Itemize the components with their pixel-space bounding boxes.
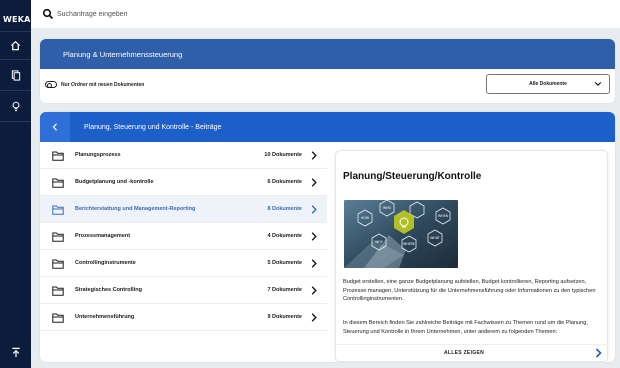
svg-text:WHEN: WHEN xyxy=(438,214,449,218)
folder-row[interactable]: Strategisches Controlling 7 Dokumente xyxy=(40,277,327,304)
search-input[interactable] xyxy=(57,6,357,22)
weka-logo: WEKA xyxy=(3,15,31,24)
folder-label: Unternehmensführung xyxy=(75,314,135,320)
question-hexagons-image: HOW WHO WHEN WHAT WHY WHERE xyxy=(344,200,458,268)
chevron-right-icon xyxy=(311,232,317,241)
document-count: 8 Dokumente xyxy=(267,206,302,212)
svg-text:HOW: HOW xyxy=(361,216,370,220)
document-filter-select[interactable]: Alle Dokumente xyxy=(486,74,610,94)
chevron-left-icon xyxy=(52,123,57,131)
folder-row[interactable]: Budgetplanung und -kontrolle 6 Dokumente xyxy=(40,169,327,196)
chevron-right-icon[interactable] xyxy=(595,348,602,358)
chevron-right-icon xyxy=(311,259,317,268)
document-count: 6 Dokumente xyxy=(267,179,302,185)
folder-icon xyxy=(52,286,64,296)
top-search-bar xyxy=(31,0,620,28)
folder-row[interactable]: Prozessmanagement 4 Dokumente xyxy=(40,223,327,250)
chevron-right-icon xyxy=(311,205,317,214)
folder-label: Budgetplanung und -kontrolle xyxy=(75,179,154,185)
folder-icon xyxy=(52,151,64,161)
folder-label: Planungsprozess xyxy=(75,152,121,158)
rail-divider xyxy=(0,59,31,60)
section-title: Planung & Unternehmenssteuerung xyxy=(40,39,615,69)
lightbulb-icon[interactable] xyxy=(7,98,24,115)
select-value: Alle Dokumente xyxy=(529,81,567,87)
home-icon[interactable] xyxy=(7,37,24,54)
rail-divider xyxy=(0,31,31,32)
folder-icon xyxy=(52,232,64,242)
detail-paragraph-2: In diesem Bereich finden Sie zahlreiche … xyxy=(343,320,588,335)
show-all-link[interactable]: ALLES ZEIGEN xyxy=(444,350,484,356)
rail-divider xyxy=(0,121,31,122)
document-count: 7 Dokumente xyxy=(267,287,302,293)
folder-label: Strategisches Controlling xyxy=(75,287,142,293)
folder-label: Prozessmanagement xyxy=(75,233,131,239)
new-documents-toggle[interactable] xyxy=(45,81,57,88)
rail-divider xyxy=(0,90,31,91)
detail-footer: ALLES ZEIGEN xyxy=(336,344,607,361)
search-icon[interactable] xyxy=(42,8,54,20)
folder-row[interactable]: Planungsprozess 10 Dokumente xyxy=(40,142,327,169)
folder-label: Controllinginstrumente xyxy=(75,260,136,266)
toggle-label: Nur Ordner mit neuen Dokumenten xyxy=(61,82,145,88)
chevron-right-icon xyxy=(311,178,317,187)
folder-icon xyxy=(52,259,64,269)
svg-text:WHY: WHY xyxy=(375,240,383,244)
folder-list: Planungsprozess 10 Dokumente Budgetplanung… xyxy=(40,142,327,331)
chevron-down-icon xyxy=(594,82,602,86)
folder-row[interactable]: Controllinginstrumente 5 Dokumente xyxy=(40,250,327,277)
document-count: 10 Dokumente xyxy=(264,152,302,158)
svg-text:WHAT: WHAT xyxy=(430,236,439,240)
detail-title: Planung/Steuerung/Kontrolle xyxy=(343,171,482,182)
folder-row[interactable]: Berichterstattung und Management-Reporti… xyxy=(40,196,327,223)
folder-row[interactable]: Unternehmensführung 9 Dokumente xyxy=(40,304,327,331)
scroll-top-icon[interactable] xyxy=(7,344,24,361)
left-navigation-rail: WEKA xyxy=(0,0,31,368)
section-card: Planung & Unternehmenssteuerung Nur Ordn… xyxy=(40,39,615,103)
back-button[interactable] xyxy=(40,112,70,142)
folder-icon xyxy=(52,313,64,323)
folder-icon xyxy=(52,205,64,215)
svg-text:WHO: WHO xyxy=(383,206,392,210)
folder-icon xyxy=(52,178,64,188)
chevron-right-icon xyxy=(311,286,317,295)
document-count: 4 Dokumente xyxy=(267,233,302,239)
detail-card: Planung/Steuerung/Kontrolle HOW WHO WHEN… xyxy=(335,150,608,362)
chevron-right-icon xyxy=(311,151,317,160)
panel-header: Planung, Steuerung und Kontrolle - Beitr… xyxy=(40,112,615,142)
svg-text:WHERE: WHERE xyxy=(403,242,415,246)
contributions-panel: Planung, Steuerung und Kontrolle - Beitr… xyxy=(40,112,615,362)
document-count: 9 Dokumente xyxy=(267,314,302,320)
panel-title: Planung, Steuerung und Kontrolle - Beitr… xyxy=(84,123,222,131)
detail-paragraph-1: Budget erstellen, eine ganze Budgetplanu… xyxy=(343,279,596,303)
chevron-right-icon xyxy=(311,313,317,322)
document-icon[interactable] xyxy=(7,67,24,84)
folder-label: Berichterstattung und Management-Reporti… xyxy=(75,206,196,212)
document-count: 5 Dokumente xyxy=(267,260,302,266)
